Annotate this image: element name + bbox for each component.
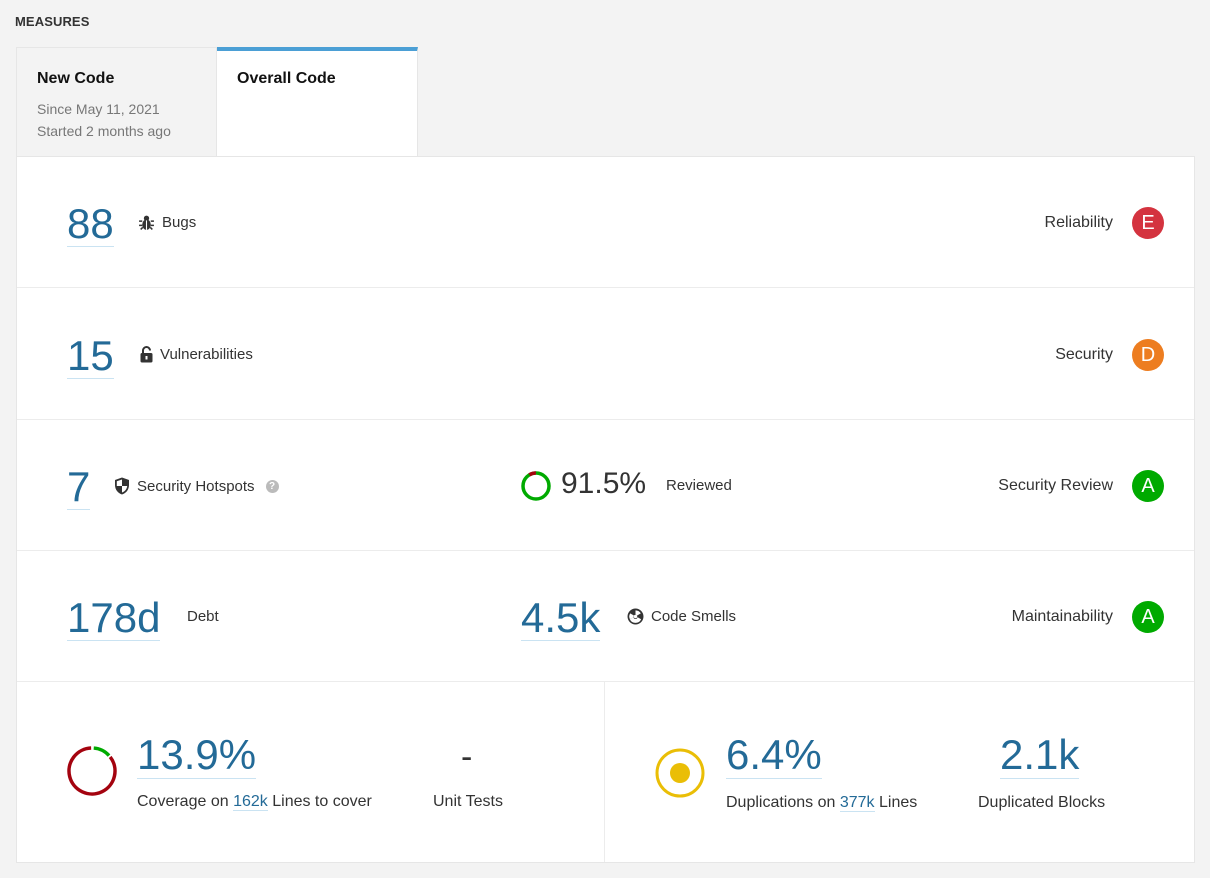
bugs-label-group: Bugs <box>138 214 196 231</box>
maintainability-rating-label: Maintainability <box>1011 608 1113 625</box>
reviewed-donut-unreviewed-arc <box>528 471 537 477</box>
tab-overall-code[interactable]: Overall Code <box>217 47 418 157</box>
section-title: MEASURES <box>15 14 90 29</box>
bugs-count[interactable]: 88 <box>67 203 114 247</box>
duplications-block: 6.4% Duplications on 377k Lines 2.1k Dup… <box>606 682 1194 862</box>
reviewed-percentage: 91.5% <box>561 467 647 500</box>
bug-icon <box>139 215 154 230</box>
coverage-block: 13.9% Coverage on 162k Lines to cover - … <box>17 682 605 862</box>
reviewed-label: Reviewed <box>666 477 732 494</box>
security-rating-label: Security <box>1055 346 1113 363</box>
bugs-label: Bugs <box>162 214 197 231</box>
tab-title: New Code <box>37 70 115 87</box>
duplications-desc-suffix: Lines <box>879 794 918 811</box>
reliability-rating-badge[interactable]: E <box>1132 207 1164 239</box>
security-rating-badge[interactable]: D <box>1132 339 1164 371</box>
unit-tests-value: - <box>461 738 473 776</box>
security-review-rating-badge[interactable]: A <box>1132 470 1164 502</box>
code-smells-label: Code Smells <box>651 608 737 625</box>
debt-label: Debt <box>187 608 219 625</box>
duplicated-lines-link[interactable]: 377k <box>839 794 875 812</box>
coverage-description: Coverage on 162k Lines to cover <box>137 793 372 811</box>
duplications-percentage[interactable]: 6.4% <box>726 734 822 779</box>
shield-icon <box>115 477 129 495</box>
maintainability-row: 178d Debt 4.5k Code Smells Maintainabili… <box>17 551 1194 682</box>
duplicated-blocks-label: Duplicated Blocks <box>978 794 1106 811</box>
duplicated-blocks-count[interactable]: 2.1k <box>1000 734 1080 779</box>
coverage-desc-prefix: Coverage on <box>137 793 229 810</box>
code-smells-count[interactable]: 4.5k <box>521 597 601 641</box>
code-smell-icon <box>627 608 644 625</box>
security-review-rating-label: Security Review <box>998 477 1113 494</box>
tab-new-code[interactable]: New Code Since May 11, 2021 Started 2 mo… <box>16 47 217 157</box>
lines-to-cover-link[interactable]: 162k <box>233 793 268 811</box>
vulnerabilities-count[interactable]: 15 <box>67 335 114 379</box>
vulnerabilities-label: Vulnerabilities <box>160 346 253 363</box>
duplications-desc-prefix: Duplications on <box>726 794 836 811</box>
tab-since-date: Since May 11, 2021 <box>37 101 160 117</box>
tab-started: Started 2 months ago <box>37 123 171 139</box>
lock-icon <box>140 346 153 363</box>
help-icon[interactable]: ? <box>265 479 279 493</box>
duplications-description: Duplications on 377k Lines <box>726 794 917 812</box>
coverage-donut-covered-arc <box>93 746 111 757</box>
period-tabs: New Code Since May 11, 2021 Started 2 mo… <box>16 47 418 157</box>
vulnerabilities-label-group: Vulnerabilities <box>140 346 253 363</box>
security-row: 15 Vulnerabilities Security D <box>17 289 1194 420</box>
security-hotspots-count[interactable]: 7 <box>67 466 91 510</box>
reviewed-donut-track <box>521 471 551 501</box>
code-smells-label-group: Code Smells <box>627 608 736 625</box>
coverage-desc-suffix: Lines to cover <box>272 793 372 810</box>
security-review-row: 7 Security Hotspots ? 91.5% Reviewed Sec… <box>17 420 1194 551</box>
security-hotspots-label: Security Hotspots <box>137 477 255 495</box>
coverage-duplications-section: 13.9% Coverage on 162k Lines to cover - … <box>17 682 1194 862</box>
tab-title: Overall Code <box>237 70 336 87</box>
measures-panel: 88 Bugs Reliability E 15 Vulnerabilities… <box>16 156 1195 863</box>
duplications-icon <box>655 748 705 798</box>
reviewed-donut <box>521 471 551 501</box>
unit-tests-label: Unit Tests <box>433 793 503 810</box>
security-hotspots-label-group: Security Hotspots ? <box>114 477 279 495</box>
reliability-row: 88 Bugs Reliability E <box>17 157 1194 288</box>
reliability-rating-label: Reliability <box>1044 214 1113 231</box>
coverage-donut <box>67 746 117 796</box>
debt-value[interactable]: 178d <box>67 597 161 641</box>
maintainability-rating-badge[interactable]: A <box>1132 601 1164 633</box>
coverage-percentage[interactable]: 13.9% <box>137 734 257 779</box>
